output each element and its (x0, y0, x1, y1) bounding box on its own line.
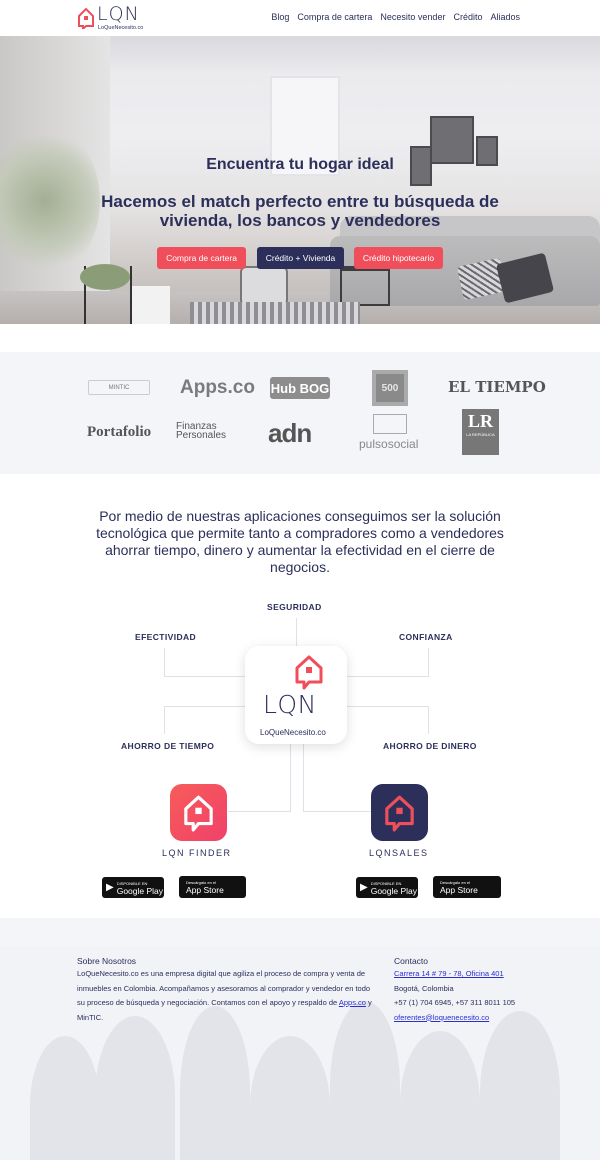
footer-contact-block: Carrera 14 # 79 - 78, Oficina 401 Bogotá… (394, 967, 554, 1025)
partner-portafolio-logo: Portafolio (87, 424, 152, 440)
footer-bg-figure (95, 1016, 175, 1160)
store-big-label: Google Play (370, 885, 418, 896)
brand-logo[interactable]: LQN LoQueNecesito.co (77, 3, 144, 31)
feature-seguridad: SEGURIDAD (267, 602, 322, 612)
compra-cartera-button[interactable]: Compra de cartera (157, 247, 246, 269)
footer-about-text: LoQueNecesito.co es una empresa digital … (77, 967, 375, 1025)
store-big-label: Google Play (116, 885, 164, 896)
lqn-finder-label: LQN FINDER (162, 848, 232, 858)
house-icon (78, 7, 94, 29)
nav-blog[interactable]: Blog (271, 12, 289, 22)
footer-bg-figure (480, 1011, 560, 1160)
hero-cabinet (130, 286, 170, 324)
brand-logo-text: LQN (97, 3, 140, 25)
partner-adn-logo: adn (268, 418, 312, 448)
footer-appsco-link[interactable]: Apps.co (339, 998, 366, 1007)
store-text: DISPONIBLE EN Google Play (117, 880, 163, 896)
hero-rug (190, 302, 360, 324)
partner-mintic-logo: MINTIC (88, 380, 150, 395)
partner-500-logo: 500 (372, 370, 408, 406)
feature-ahorro-dinero: AHORRO DE DINERO (383, 741, 477, 751)
mission-text: Por medio de nuestras aplicaciones conse… (96, 508, 504, 575)
feature-ahorro-tiempo: AHORRO DE TIEMPO (121, 741, 215, 751)
center-logo-text: LQN (263, 690, 317, 719)
feature-efectividad: EFECTIVIDAD (135, 632, 197, 642)
footer-about-body: LoQueNecesito.co es una empresa digital … (77, 969, 371, 1007)
footer-about-title: Sobre Nosotros (77, 956, 137, 966)
brand-logo-sub: LoQueNecesito.co (98, 25, 144, 31)
store-text: Descárgalo en el App Store (186, 879, 224, 895)
center-logo-sub: LoQueNecesito.co (260, 728, 326, 737)
finder-app-store-button[interactable]: Descárgalo en el App Store (179, 876, 246, 898)
footer-address-link[interactable]: Carrera 14 # 79 - 78, Oficina 401 (394, 969, 504, 978)
sales-google-play-button[interactable]: ▶ DISPONIBLE EN Google Play (356, 877, 418, 898)
house-icon (184, 795, 213, 832)
footer-separator (0, 918, 600, 946)
nav-credito[interactable]: Crédito (453, 12, 482, 22)
center-logo-card: LQN LoQueNecesito.co (245, 646, 347, 744)
store-big-label: App Store (186, 885, 224, 895)
partner-pulsosocial-logo: pulsosocial (359, 437, 419, 451)
lqn-finder-app-icon[interactable] (170, 784, 227, 841)
footer-bg-figure (180, 1006, 250, 1160)
hero-potted-plant (80, 264, 130, 290)
hero-chair (240, 266, 288, 306)
hero-title: Encuentra tu hogar ideal (206, 156, 394, 173)
finder-google-play-button[interactable]: ▶ DISPONIBLE EN Google Play (102, 877, 164, 898)
site-header: LQN LoQueNecesito.co Blog Compra de cart… (0, 0, 600, 36)
connector-line (428, 648, 429, 676)
credito-vivienda-button[interactable]: Crédito + Vivienda (257, 247, 344, 269)
connector-line (164, 706, 246, 707)
connector-line (290, 744, 291, 812)
store-big-label: App Store (440, 885, 478, 895)
pulso-icon (373, 414, 407, 434)
partner-lr-sub: LA REPÚBLICA (466, 432, 495, 437)
store-text: DISPONIBLE EN Google Play (371, 880, 417, 896)
hero-subtitle: Hacemos el match perfecto entre tu búsqu… (101, 192, 499, 230)
connector-line (164, 648, 165, 676)
hero-section: Encuentra tu hogar ideal Hacemos el matc… (0, 36, 600, 324)
google-play-icon: ▶ (360, 882, 368, 893)
partner-lr-mark: LR (467, 411, 493, 431)
connector-line (347, 706, 429, 707)
connector-line (428, 706, 429, 734)
partner-hubbog-logo: Hub BOG (270, 377, 330, 399)
connector-line (303, 744, 304, 812)
footer-contact-title: Contacto (394, 956, 429, 966)
connector-line (347, 676, 429, 677)
partner-appsco-logo: Apps.co (180, 377, 255, 398)
partners-section (0, 352, 600, 474)
footer-bg-figure (30, 1036, 100, 1160)
partner-mintic-label: MINTIC (108, 384, 130, 391)
google-play-icon: ▶ (106, 882, 114, 893)
credito-hipotecario-button[interactable]: Crédito hipotecario (354, 247, 443, 269)
footer-phones: +57 (1) 704 6945, +57 311 8011 105 (394, 998, 516, 1007)
nav-compra-cartera[interactable]: Compra de cartera (297, 12, 372, 22)
connector-line (164, 706, 165, 734)
footer-city: Bogotá, Colombia (394, 983, 454, 993)
nav-aliados[interactable]: Aliados (490, 12, 520, 22)
lqn-sales-label: LQNSALES (369, 848, 429, 858)
house-icon (295, 655, 323, 690)
partner-finanzas-logo: Finanzas Personales (176, 421, 227, 441)
footer-bg-figure (400, 1031, 480, 1160)
partner-eltiempo-logo: EL TIEMPO (448, 378, 546, 396)
sales-app-store-button[interactable]: Descárgalo en el App Store (433, 876, 501, 898)
connector-line (228, 811, 290, 812)
connector-line (303, 811, 371, 812)
feature-confianza: CONFIANZA (399, 632, 453, 642)
hero-table (340, 266, 390, 306)
store-text: Descárgalo en el App Store (440, 879, 478, 895)
footer-email-link[interactable]: oferentes@loquenecesito.co (394, 1013, 489, 1022)
main-nav: Blog Compra de cartera Necesito vender C… (271, 12, 520, 22)
nav-necesito-vender[interactable]: Necesito vender (380, 12, 445, 22)
footer-bg-figure (250, 1036, 330, 1160)
connector-line (296, 618, 297, 646)
connector-line (164, 676, 246, 677)
house-icon (385, 795, 414, 832)
lqn-sales-app-icon[interactable] (371, 784, 428, 841)
